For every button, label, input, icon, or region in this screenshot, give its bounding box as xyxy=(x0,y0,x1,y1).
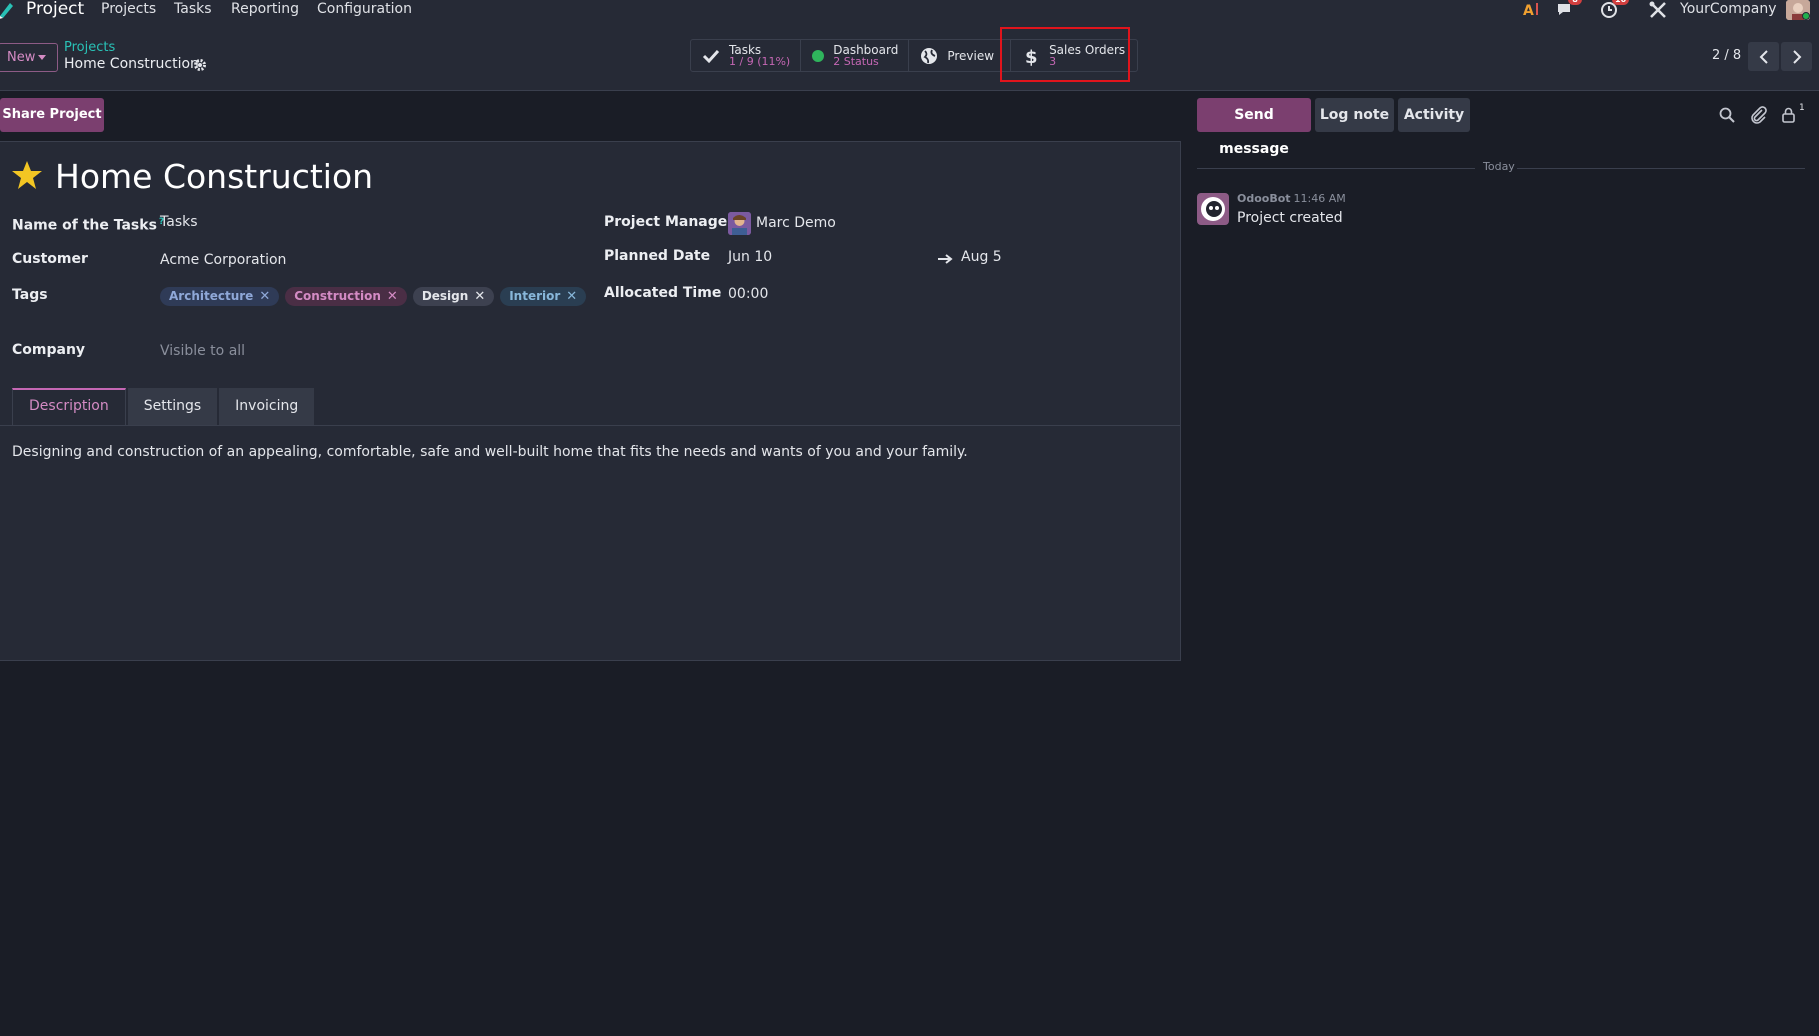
company-label: Company xyxy=(12,342,86,358)
svg-text:A: A xyxy=(1523,3,1534,19)
tab-settings[interactable]: Settings xyxy=(127,388,218,425)
project-manager-field[interactable]: Marc Demo xyxy=(756,215,836,232)
tab-divider xyxy=(0,425,1181,426)
tag-architecture[interactable]: Architecture ✕ xyxy=(160,287,280,306)
menu-reporting[interactable]: Reporting xyxy=(231,1,299,18)
caret-down-icon xyxy=(38,55,47,60)
log-note-button[interactable]: Log note xyxy=(1315,98,1394,132)
new-button-label: New xyxy=(7,50,36,65)
manager-avatar xyxy=(728,212,751,235)
pager-next-button[interactable] xyxy=(1781,42,1812,71)
tag-label: Design xyxy=(421,289,469,303)
message-author[interactable]: OdooBot 11:46 AM xyxy=(1237,192,1346,205)
tag-label: Interior xyxy=(509,289,561,303)
gear-icon[interactable] xyxy=(193,57,207,71)
task-name-label-text: Name of the Tasks xyxy=(12,217,157,234)
user-avatar[interactable] xyxy=(1786,0,1810,20)
tags-label: Tags xyxy=(12,287,48,303)
notebook-tabs: Description Settings Invoicing xyxy=(12,388,316,425)
status-dot-icon xyxy=(812,49,825,62)
tags-field[interactable]: Architecture ✕ Construction ✕ Design ✕ Inte… xyxy=(160,287,592,306)
menu-projects[interactable]: Projects xyxy=(101,1,156,18)
globe-icon xyxy=(921,47,938,64)
pager-value[interactable]: 2 / 8 xyxy=(1712,48,1741,64)
tasks-smart-button[interactable]: Tasks 1 / 9 (11%) xyxy=(691,40,802,71)
company-switcher[interactable]: YourCompany xyxy=(1680,1,1777,18)
breadcrumb-projects[interactable]: Projects xyxy=(64,40,115,56)
menu-tasks[interactable]: Tasks xyxy=(174,1,212,18)
message-body: Project created xyxy=(1237,210,1343,226)
preview-title: Preview xyxy=(947,48,995,63)
remove-tag-icon[interactable]: ✕ xyxy=(566,287,577,306)
dashboard-title: Dashboard xyxy=(833,42,899,57)
activities-icon[interactable]: 10 xyxy=(1600,0,1630,20)
tasks-title: Tasks xyxy=(729,42,762,57)
author-name[interactable]: OdooBot xyxy=(1237,192,1291,205)
check-icon xyxy=(702,49,720,63)
app-name[interactable]: Project xyxy=(26,0,84,19)
favorite-star-icon[interactable] xyxy=(11,159,43,191)
project-app-icon[interactable] xyxy=(0,0,16,20)
chevron-right-icon xyxy=(1792,49,1801,64)
odoobot-avatar[interactable] xyxy=(1197,193,1229,225)
menu-configuration[interactable]: Configuration xyxy=(317,1,412,18)
dashboard-value: 2 Status xyxy=(833,54,879,68)
followers-count: 1 xyxy=(1799,103,1805,113)
tab-invoicing[interactable]: Invoicing xyxy=(219,388,315,425)
tab-description[interactable]: Description xyxy=(12,388,126,425)
tag-label: Architecture xyxy=(169,289,254,303)
date-separator-line xyxy=(1517,168,1805,169)
highlight-box xyxy=(1000,27,1130,82)
description-field[interactable]: Designing and construction of an appeali… xyxy=(12,444,968,461)
remove-tag-icon[interactable]: ✕ xyxy=(259,287,270,306)
search-icon[interactable] xyxy=(1718,106,1736,124)
project-manager-label: Project Manager xyxy=(604,214,735,230)
remove-tag-icon[interactable]: ✕ xyxy=(387,287,398,306)
task-name-label: Name of the Tasks? xyxy=(12,214,164,235)
preview-smart-button[interactable]: Preview xyxy=(909,40,1012,71)
pager-previous-button[interactable] xyxy=(1748,42,1779,71)
planned-end-field[interactable]: Aug 5 xyxy=(961,249,1002,266)
planned-date-label: Planned Date xyxy=(604,248,711,264)
send-message-button[interactable]: Send message xyxy=(1197,98,1311,157)
planned-start-field[interactable]: Jun 10 xyxy=(728,249,772,266)
allocated-time-field[interactable]: 00:00 xyxy=(728,286,768,303)
date-separator-line xyxy=(1197,168,1475,169)
company-field[interactable]: Visible to all xyxy=(160,343,245,360)
tag-construction[interactable]: Construction ✕ xyxy=(285,287,407,306)
message-time: 11:46 AM xyxy=(1293,192,1346,205)
project-name-field[interactable]: Home Construction xyxy=(55,157,373,197)
tasks-value: 1 / 9 (11%) xyxy=(729,54,791,68)
dashboard-smart-button[interactable]: Dashboard 2 Status xyxy=(801,40,910,71)
allocated-time-label: Allocated Time xyxy=(604,285,722,301)
tag-label: Construction xyxy=(294,289,381,303)
new-button[interactable]: New xyxy=(0,43,58,72)
online-status-dot xyxy=(1802,12,1810,20)
activity-button[interactable]: Activity xyxy=(1398,98,1470,132)
customer-label: Customer xyxy=(12,251,88,267)
remove-tag-icon[interactable]: ✕ xyxy=(474,287,485,306)
followers-lock-icon[interactable] xyxy=(1780,106,1798,124)
breadcrumb-current: Home Construction xyxy=(64,56,199,72)
arrow-right-icon xyxy=(937,250,953,264)
messages-icon[interactable]: 8 xyxy=(1556,0,1582,20)
ai-icon[interactable]: A xyxy=(1522,0,1542,20)
tag-design[interactable]: Design ✕ xyxy=(412,287,495,306)
task-name-field[interactable]: Tasks xyxy=(160,214,198,231)
paperclip-icon[interactable] xyxy=(1750,106,1768,124)
chevron-left-icon xyxy=(1759,49,1768,64)
debug-tools-icon[interactable] xyxy=(1648,0,1668,20)
customer-field[interactable]: Acme Corporation xyxy=(160,252,286,269)
date-separator: Today xyxy=(1483,160,1515,173)
tag-interior[interactable]: Interior ✕ xyxy=(500,287,587,306)
share-project-button[interactable]: Share Project xyxy=(0,98,104,132)
